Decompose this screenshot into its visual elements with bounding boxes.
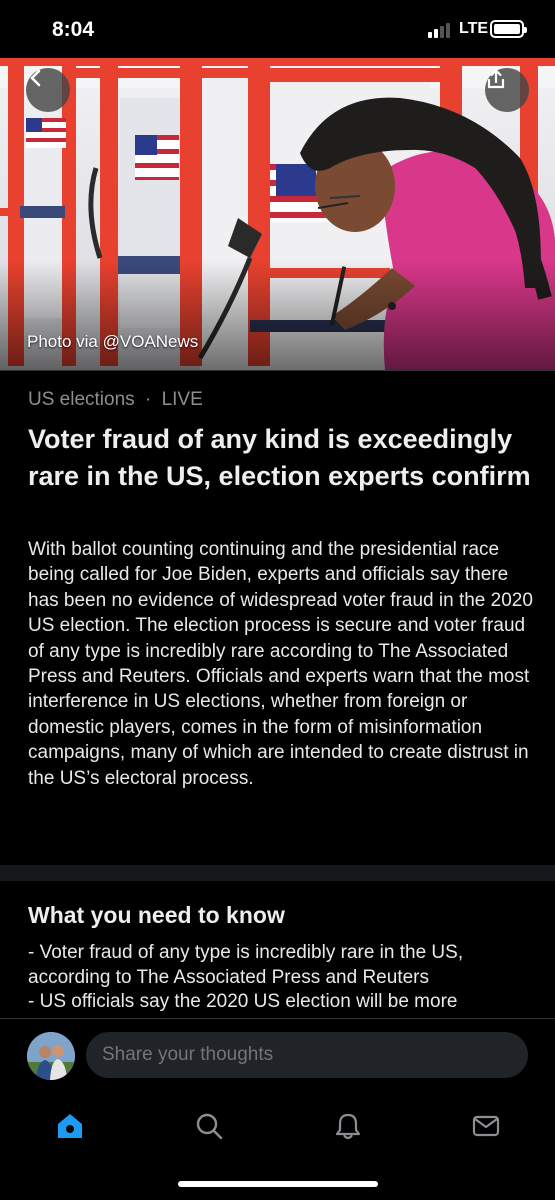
status-bar: 8:04 LTE bbox=[0, 0, 555, 58]
article-summary: With ballot counting continuing and the … bbox=[28, 539, 533, 789]
network-type: LTE bbox=[459, 20, 489, 37]
article-headline: Voter fraud of any kind is exceedingly r… bbox=[28, 424, 531, 491]
share-icon bbox=[487, 69, 505, 89]
avatar[interactable] bbox=[27, 1032, 75, 1080]
reply-composer bbox=[0, 1018, 555, 1092]
tab-notifications[interactable] bbox=[328, 1106, 368, 1146]
article: US elections · LIVE Voter fraud of any k… bbox=[0, 370, 555, 865]
bell-icon bbox=[335, 1113, 361, 1140]
voting-booth-photo bbox=[0, 58, 555, 370]
category-label[interactable]: US elections bbox=[28, 389, 135, 410]
hero-photo: Photo via @VOANews bbox=[0, 58, 555, 370]
bottom-tab-bar bbox=[0, 1092, 555, 1200]
home-icon bbox=[58, 1114, 82, 1138]
photo-credit: Photo via @VOANews bbox=[27, 332, 199, 351]
reply-input[interactable] bbox=[86, 1032, 528, 1078]
signal-icon bbox=[428, 22, 454, 38]
share-button[interactable] bbox=[485, 68, 529, 112]
key-points-list: - Voter fraud of any type is incredibly … bbox=[28, 941, 538, 1015]
search-icon bbox=[196, 1113, 223, 1140]
tab-home[interactable] bbox=[50, 1106, 90, 1146]
list-item: - Voter fraud of any type is incredibly … bbox=[28, 942, 464, 988]
back-button[interactable] bbox=[26, 68, 70, 112]
section-title: What you need to know bbox=[28, 902, 285, 928]
tab-messages[interactable] bbox=[466, 1106, 506, 1146]
live-badge: LIVE bbox=[161, 389, 203, 410]
meta-separator: · bbox=[144, 389, 152, 410]
list-item: - US officials say the 2020 US election … bbox=[28, 991, 458, 1012]
profile-photo bbox=[27, 1032, 75, 1080]
need-to-know-section: What you need to know - Voter fraud of a… bbox=[0, 881, 555, 1021]
home-indicator bbox=[178, 1181, 378, 1187]
battery-icon bbox=[490, 20, 527, 38]
chevron-left-icon bbox=[30, 69, 41, 87]
section-divider bbox=[0, 865, 555, 881]
tab-search[interactable] bbox=[189, 1106, 229, 1146]
mail-icon bbox=[472, 1115, 500, 1137]
status-time: 8:04 bbox=[52, 18, 95, 41]
article-meta: US elections · LIVE bbox=[28, 389, 203, 411]
